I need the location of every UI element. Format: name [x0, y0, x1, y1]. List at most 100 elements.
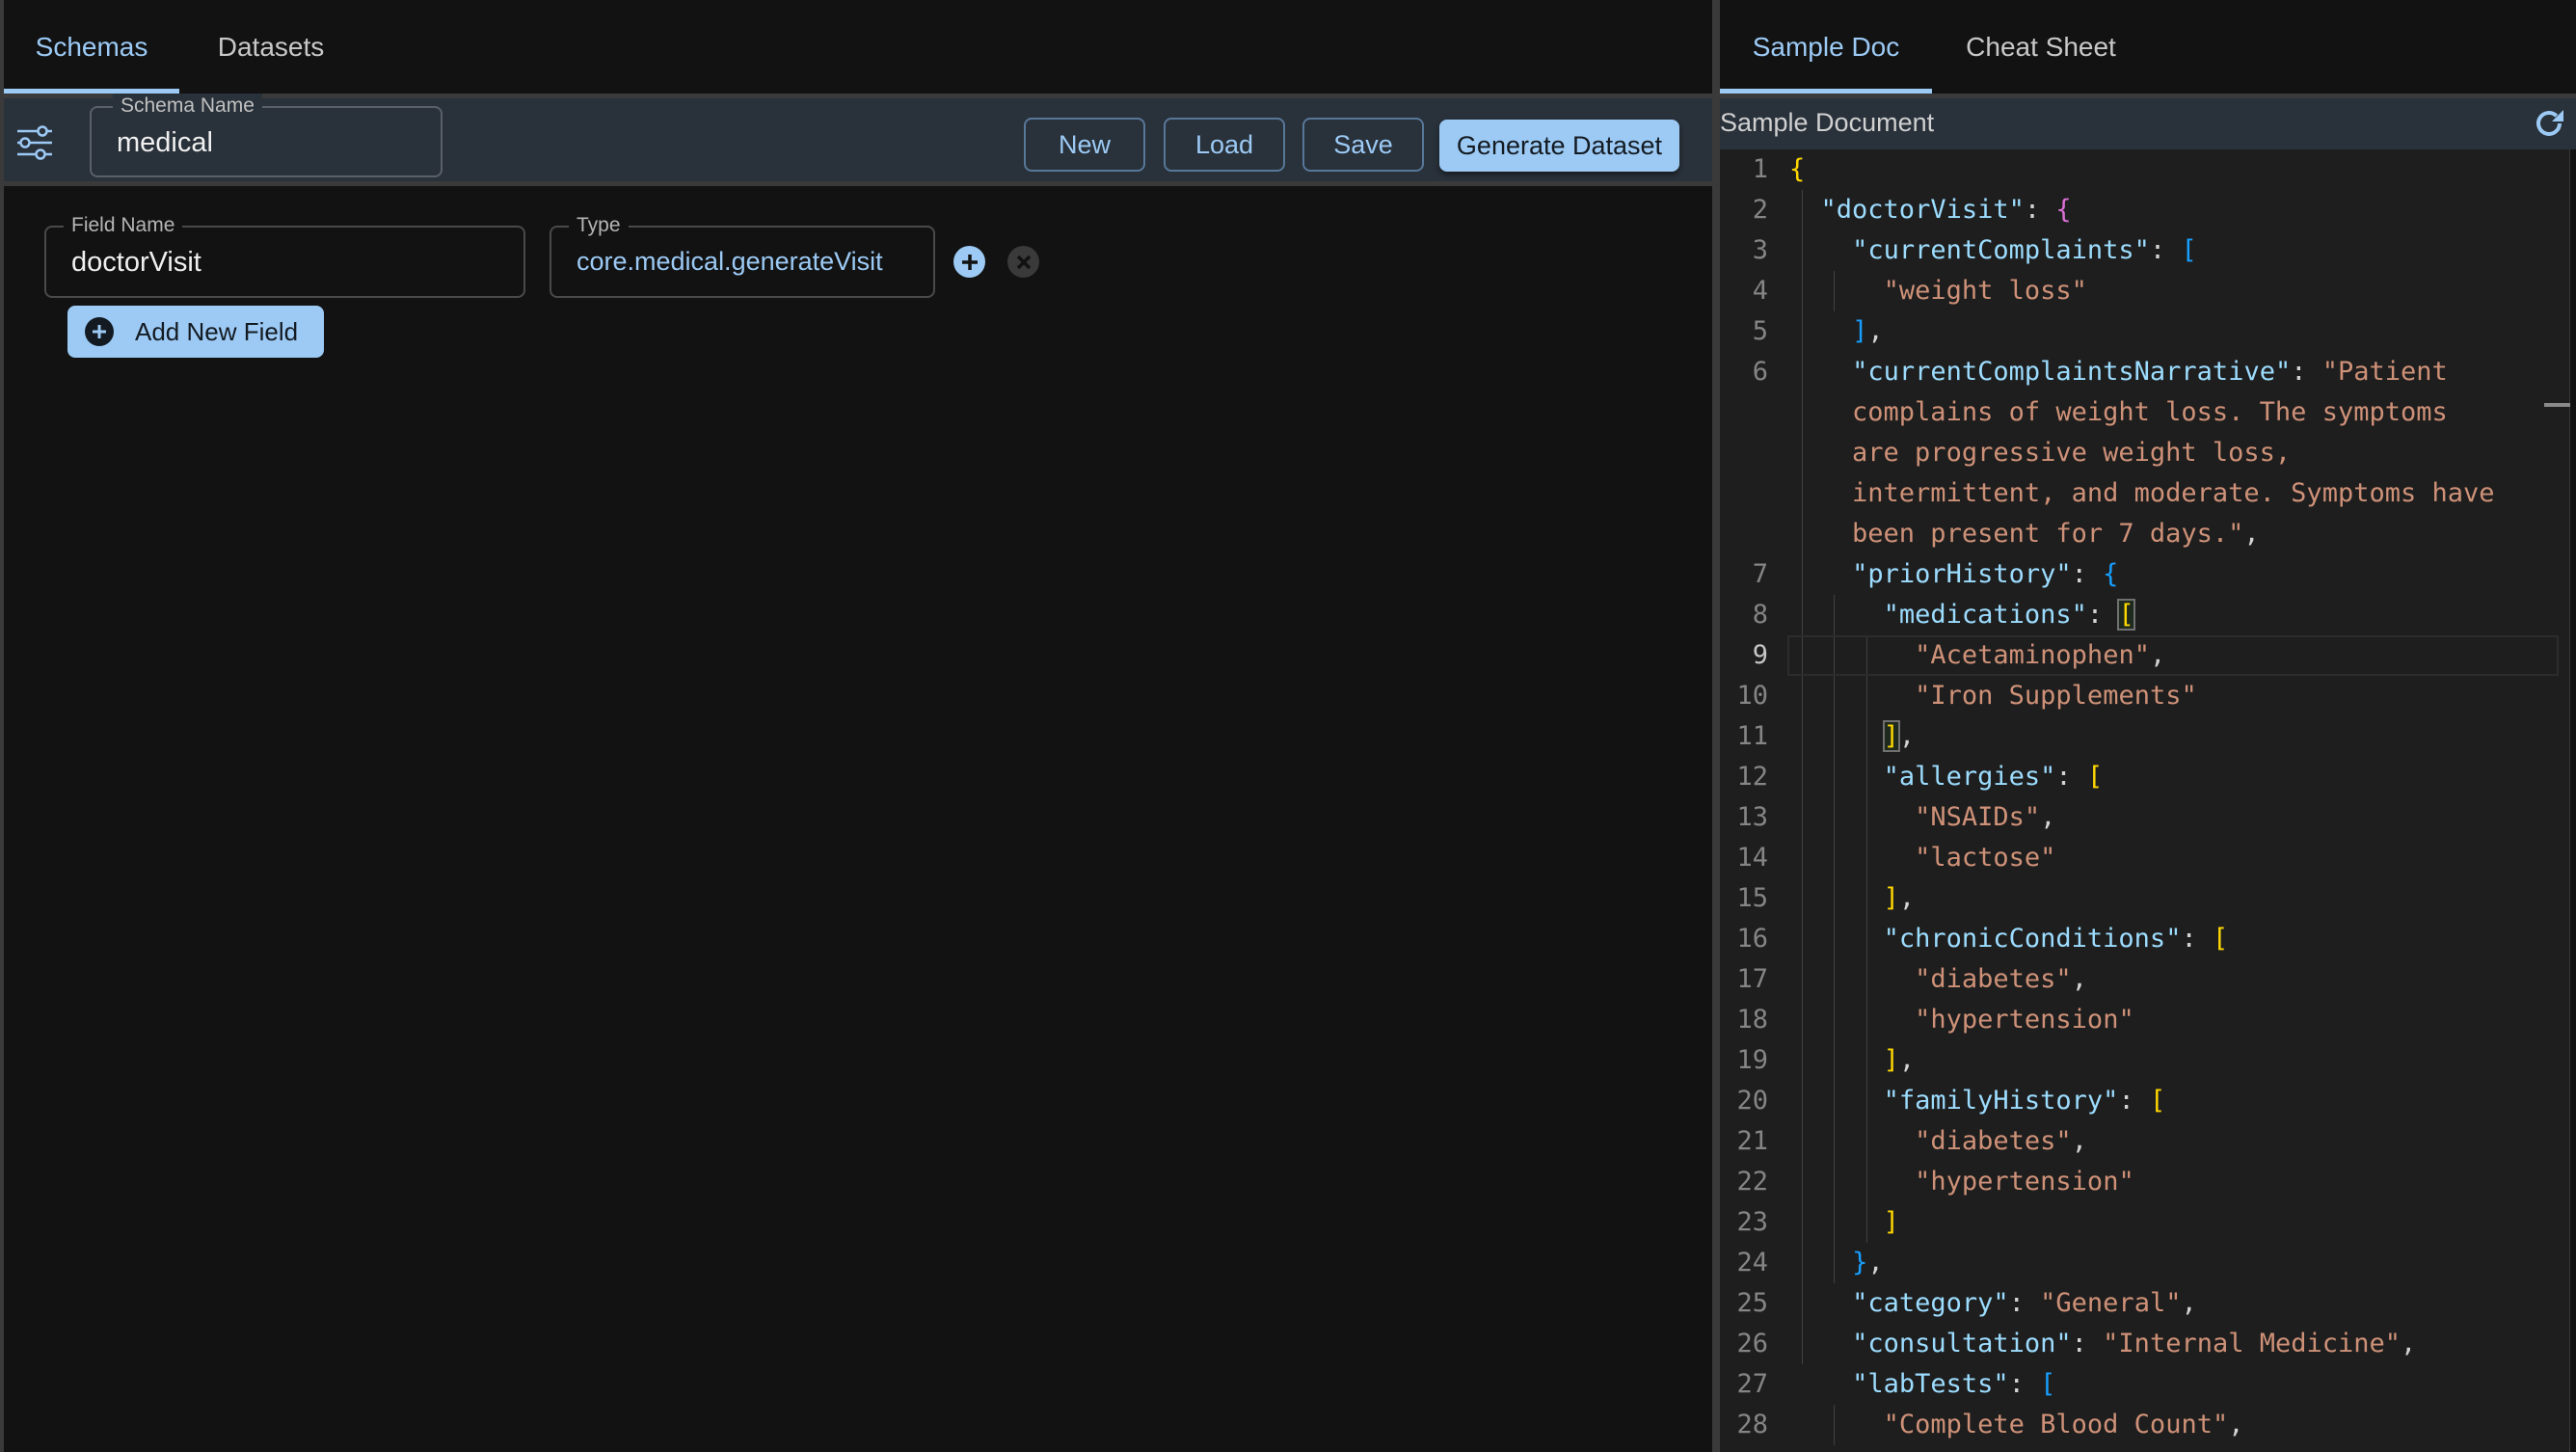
line-number: 9	[1752, 640, 1768, 670]
line-number: 4	[1752, 276, 1768, 306]
tab-schemas[interactable]: Schemas	[4, 0, 179, 94]
code-text: },	[1852, 1248, 1884, 1277]
tab-datasets[interactable]: Datasets	[179, 0, 362, 94]
code-text: {	[1789, 154, 1806, 184]
line-number: 2	[1752, 195, 1768, 225]
code-text: "Iron Supplements"	[1915, 681, 2197, 711]
add-new-field-button[interactable]: Add New Field	[67, 306, 324, 358]
close-icon	[1016, 255, 1031, 269]
json-code-editor[interactable]: 1{2 "doctorVisit": {3 "currentComplaints…	[1720, 149, 2570, 1452]
save-button[interactable]: Save	[1302, 118, 1424, 172]
field-type-field[interactable]: Type core.medical.generateVisit	[550, 213, 935, 298]
new-button-label: New	[1058, 129, 1111, 159]
tab-sample-doc-label: Sample Doc	[1752, 31, 1900, 62]
line-number: 3	[1752, 235, 1768, 265]
field-name-input[interactable]: doctorVisit	[71, 247, 201, 279]
code-text: "chronicConditions": [	[1883, 924, 2229, 954]
code-line: 13 "NSAIDs",	[1720, 797, 2549, 838]
load-button[interactable]: Load	[1164, 118, 1285, 172]
field-type-input[interactable]: core.medical.generateVisit	[577, 247, 883, 277]
code-text: "weight loss"	[1883, 276, 2087, 306]
code-text: "labTests": [	[1852, 1369, 2056, 1399]
code-line: 3 "currentComplaints": [	[1720, 230, 2549, 271]
schema-name-field[interactable]: Schema Name medical	[90, 94, 443, 177]
line-number: 24	[1736, 1248, 1768, 1277]
tab-schemas-label: Schemas	[35, 31, 148, 62]
code-text: ],	[1883, 883, 1916, 913]
pane-splitter[interactable]	[1712, 0, 1720, 1452]
editor-overview-ruler	[2569, 149, 2570, 1452]
code-text: ],	[1852, 316, 1884, 346]
sliders-icon[interactable]	[15, 123, 54, 162]
code-line: 5 ],	[1720, 311, 2549, 352]
code-text: intermittent, and moderate. Symptoms hav…	[1852, 478, 2495, 508]
code-line: 26 "consultation": "Internal Medicine",	[1720, 1324, 2549, 1364]
code-line: 27 "labTests": [	[1720, 1364, 2549, 1405]
code-text: "Complete Blood Count",	[1883, 1410, 2244, 1439]
schema-toolbar: Schema Name medical New Load Save Genera…	[4, 94, 1712, 186]
code-line: 16 "chronicConditions": [	[1720, 919, 2549, 959]
code-line: 22 "hypertension"	[1720, 1162, 2549, 1202]
line-number: 28	[1736, 1410, 1768, 1439]
code-text: "lactose"	[1915, 843, 2056, 873]
schema-name-input[interactable]: medical	[117, 127, 213, 159]
code-line: 17 "diabetes",	[1720, 959, 2549, 1000]
line-number: 26	[1736, 1329, 1768, 1358]
field-name-field[interactable]: Field Name doctorVisit	[44, 213, 525, 298]
line-number: 23	[1736, 1207, 1768, 1237]
code-text: "Acetaminophen",	[1915, 640, 2166, 670]
line-number: 5	[1752, 316, 1768, 346]
line-number: 8	[1752, 600, 1768, 630]
load-button-label: Load	[1194, 129, 1254, 159]
code-line: 4 "weight loss"	[1720, 271, 2549, 311]
line-number: 6	[1752, 357, 1768, 387]
line-number: 20	[1736, 1086, 1768, 1116]
code-line: 28 "Complete Blood Count",	[1720, 1405, 2549, 1445]
refresh-icon[interactable]	[2532, 106, 2566, 141]
code-line: 24 },	[1720, 1243, 2549, 1283]
save-button-label: Save	[1333, 129, 1393, 159]
code-line: 11 ],	[1720, 716, 2549, 757]
add-new-field-label: Add New Field	[135, 316, 299, 346]
code-text: "medications": [	[1883, 599, 2135, 631]
code-line: 18 "hypertension"	[1720, 1000, 2549, 1040]
line-number: 16	[1736, 924, 1768, 954]
code-line: 14 "lactose"	[1720, 838, 2549, 878]
code-line: 21 "diabetes",	[1720, 1121, 2549, 1162]
code-text: "hypertension"	[1915, 1167, 2134, 1197]
code-line: 20 "familyHistory": [	[1720, 1081, 2549, 1121]
code-text: ],	[1883, 1045, 1916, 1075]
code-line: 6 "currentComplaintsNarrative": "Patient	[1720, 352, 2549, 392]
line-number: 11	[1736, 721, 1768, 751]
sample-doc-title: Sample Document	[1720, 108, 1935, 137]
tab-datasets-label: Datasets	[217, 31, 325, 62]
code-line: 1{	[1720, 149, 2549, 190]
schema-editor-pane: Schemas Datasets	[0, 0, 1712, 1452]
code-text: "currentComplaintsNarrative": "Patient	[1852, 357, 2448, 387]
line-number: 10	[1736, 681, 1768, 711]
remove-field-button[interactable]	[1007, 246, 1039, 278]
add-subfield-button[interactable]	[953, 246, 985, 278]
line-number: 21	[1736, 1126, 1768, 1156]
code-line: 19 ],	[1720, 1040, 2549, 1081]
line-number: 1	[1752, 154, 1768, 184]
tab-cheat-sheet[interactable]: Cheat Sheet	[1932, 0, 2150, 94]
new-button[interactable]: New	[1024, 118, 1145, 172]
code-text: ]	[1883, 1207, 1899, 1237]
code-line: 12 "allergies": [	[1720, 757, 2549, 797]
line-number: 14	[1736, 843, 1768, 873]
editor-scroll-indicator[interactable]	[2544, 403, 2570, 407]
code-text: "category": "General",	[1852, 1288, 2197, 1318]
left-tab-bar: Schemas Datasets	[4, 0, 1712, 94]
code-line: 7 "priorHistory": {	[1720, 554, 2549, 595]
line-number: 22	[1736, 1167, 1768, 1197]
line-number: 12	[1736, 762, 1768, 792]
code-text: are progressive weight loss,	[1852, 438, 2292, 468]
line-number: 27	[1736, 1369, 1768, 1399]
tab-sample-doc[interactable]: Sample Doc	[1720, 0, 1932, 94]
code-text: been present for 7 days.",	[1852, 519, 2260, 549]
generate-dataset-button[interactable]: Generate Dataset	[1439, 120, 1679, 172]
line-number: 7	[1752, 559, 1768, 589]
line-number: 13	[1736, 802, 1768, 832]
code-text: "allergies": [	[1883, 762, 2104, 792]
